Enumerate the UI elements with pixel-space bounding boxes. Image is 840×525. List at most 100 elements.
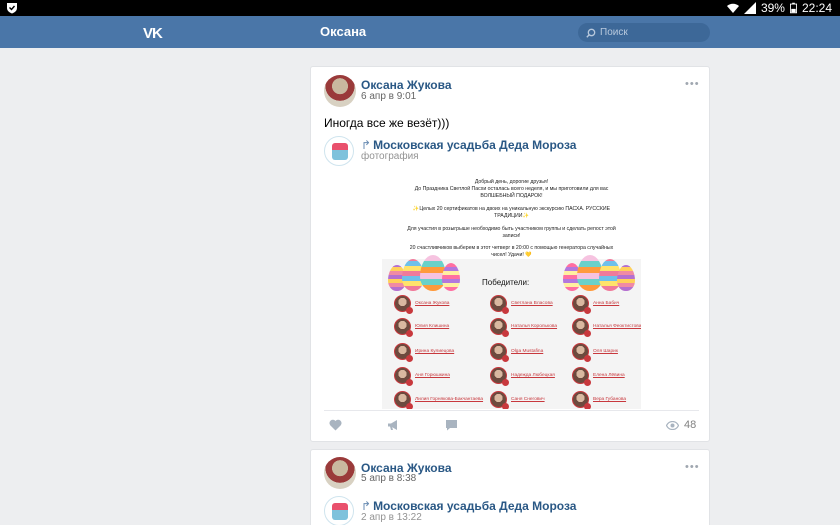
winner-name: Olga Mustafina [511, 349, 544, 354]
winner-badge [406, 403, 413, 409]
winner-entry: Саня Снегович [490, 391, 545, 409]
search-icon [586, 28, 596, 38]
battery-icon [789, 2, 797, 14]
winner-name: Оля Шарик [593, 349, 618, 354]
winner-name: Вера Губанова [593, 397, 627, 402]
winner-avatar [572, 343, 591, 362]
winner-entry: Наталья Феоктистова [572, 318, 641, 337]
winner-badge [502, 403, 509, 409]
winner-name: Надежда Любецкая [511, 373, 555, 378]
repost-group-link[interactable]: ↱ Московская усадьба Деда Мороза [361, 138, 576, 152]
winner-avatar [572, 391, 591, 409]
photo-text-line: ВОЛШЕБНЫЙ ПОДАРОК! [480, 193, 543, 199]
feed-post: Оксана Жукова 5 апр в 8:38 ••• ↱ Московск… [310, 449, 710, 525]
repost-group-link[interactable]: ↱ Московская усадьба Деда Мороза [361, 499, 576, 513]
winner-badge [502, 307, 509, 314]
group-avatar[interactable] [324, 136, 354, 166]
winner-name: Наталья Феоктистова [593, 324, 641, 329]
winner-avatar [394, 318, 413, 337]
winner-avatar [490, 318, 509, 337]
winner-entry: Оксана Жукова [394, 295, 449, 314]
winner-avatar [572, 295, 591, 314]
repost-icon: ↱ [361, 138, 372, 152]
winner-badge [584, 403, 591, 409]
winner-entry: Елена Лёвина [572, 367, 625, 386]
winner-badge [406, 307, 413, 314]
more-icon[interactable]: ••• [685, 461, 700, 473]
vk-logo[interactable]: VK [143, 25, 163, 42]
page-title: Оксана [320, 24, 367, 39]
views-counter: 48 [666, 419, 696, 431]
avatar[interactable] [324, 457, 356, 489]
winner-entry: Юлия Клишина [394, 318, 450, 337]
photo-text-line: ТРАДИЦИИ✨ [494, 213, 529, 219]
winner-entry: Ирина Кулиецова [394, 343, 454, 362]
winner-name: Наталья Королькова [511, 324, 558, 329]
winner-name: Аня Горюшкина [415, 373, 450, 378]
winner-name: Юлия Клишина [415, 324, 450, 329]
action-divider [324, 410, 699, 411]
winner-avatar [572, 318, 591, 337]
winner-entry: Olga Mustafina [490, 343, 544, 362]
photo-text-line: 20 счастливчиков выберем в этот четверг … [409, 245, 614, 251]
winner-name: Елена Лёвина [593, 373, 625, 378]
comment-icon[interactable] [445, 419, 458, 431]
wifi-icon [726, 3, 739, 13]
photo-text-line: До Праздника Светлой Пасхи осталась всег… [414, 186, 609, 192]
winner-avatar [572, 367, 591, 386]
search-placeholder: Поиск [600, 27, 628, 38]
winner-avatar [490, 295, 509, 314]
eye-icon [666, 420, 679, 430]
winner-avatar [490, 391, 509, 409]
winner-entry: Аня Горюшкина [394, 367, 450, 386]
photo-text-line: Добрый день, дорогие друзья! [474, 179, 549, 185]
winner-entry: Наталья Королькова [490, 318, 558, 337]
winner-avatar [394, 391, 413, 409]
shield-icon [7, 3, 17, 14]
views-count: 48 [684, 419, 697, 431]
post-author[interactable]: Оксана Жукова [361, 78, 452, 92]
winner-badge [502, 379, 509, 386]
winner-name: Светлана Власова [511, 301, 553, 306]
easter-egg-decoration [617, 265, 635, 291]
winner-badge [584, 355, 591, 362]
top-header: VK Оксана Поиск [0, 16, 840, 48]
winner-name: Лилия Горнякова-Бакчантаева [415, 397, 484, 402]
winner-name: Анна Бабич [593, 301, 620, 306]
feed-post: Оксана Жукова 6 апр в 9:01 ••• Иногда вс… [310, 66, 710, 442]
winners-title: Победители: [482, 278, 530, 287]
winner-entry: Лилия Горнякова-Бакчантаева [394, 391, 484, 409]
search-input[interactable]: Поиск [578, 23, 710, 42]
winner-entry: Надежда Любецкая [490, 367, 555, 386]
photo-text-line: записи! [502, 233, 521, 239]
winner-badge [406, 379, 413, 386]
signal-icon [743, 2, 756, 14]
group-avatar[interactable] [324, 496, 354, 525]
winner-entry: Анна Бабич [572, 295, 620, 314]
winner-avatar [394, 343, 413, 362]
more-icon[interactable]: ••• [685, 78, 700, 90]
winner-badge [502, 355, 509, 362]
like-icon[interactable] [329, 419, 342, 431]
repost-type: фотография [361, 151, 419, 162]
post-photo[interactable]: Добрый день, дорогие друзья! До Праздник… [382, 175, 641, 409]
post-date[interactable]: 6 апр в 9:01 [361, 91, 416, 102]
avatar[interactable] [324, 75, 356, 107]
winner-entry: Светлана Власова [490, 295, 553, 314]
winner-avatar [394, 367, 413, 386]
post-text: Иногда все же везёт))) [324, 116, 450, 130]
winner-avatar [490, 343, 509, 362]
winner-entry: Вера Губанова [572, 391, 627, 409]
easter-egg-decoration [442, 263, 460, 291]
clock: 22:24 [801, 1, 832, 15]
winner-badge [406, 355, 413, 362]
winner-avatar [490, 367, 509, 386]
share-icon[interactable] [387, 419, 400, 431]
winner-entry: Оля Шарик [572, 343, 618, 362]
winner-badge [584, 330, 591, 337]
winner-badge [406, 330, 413, 337]
winner-badge [584, 379, 591, 386]
post-date[interactable]: 5 апр в 8:38 [361, 473, 416, 484]
winner-badge [502, 330, 509, 337]
repost-date: 2 апр в 13:22 [361, 512, 422, 523]
